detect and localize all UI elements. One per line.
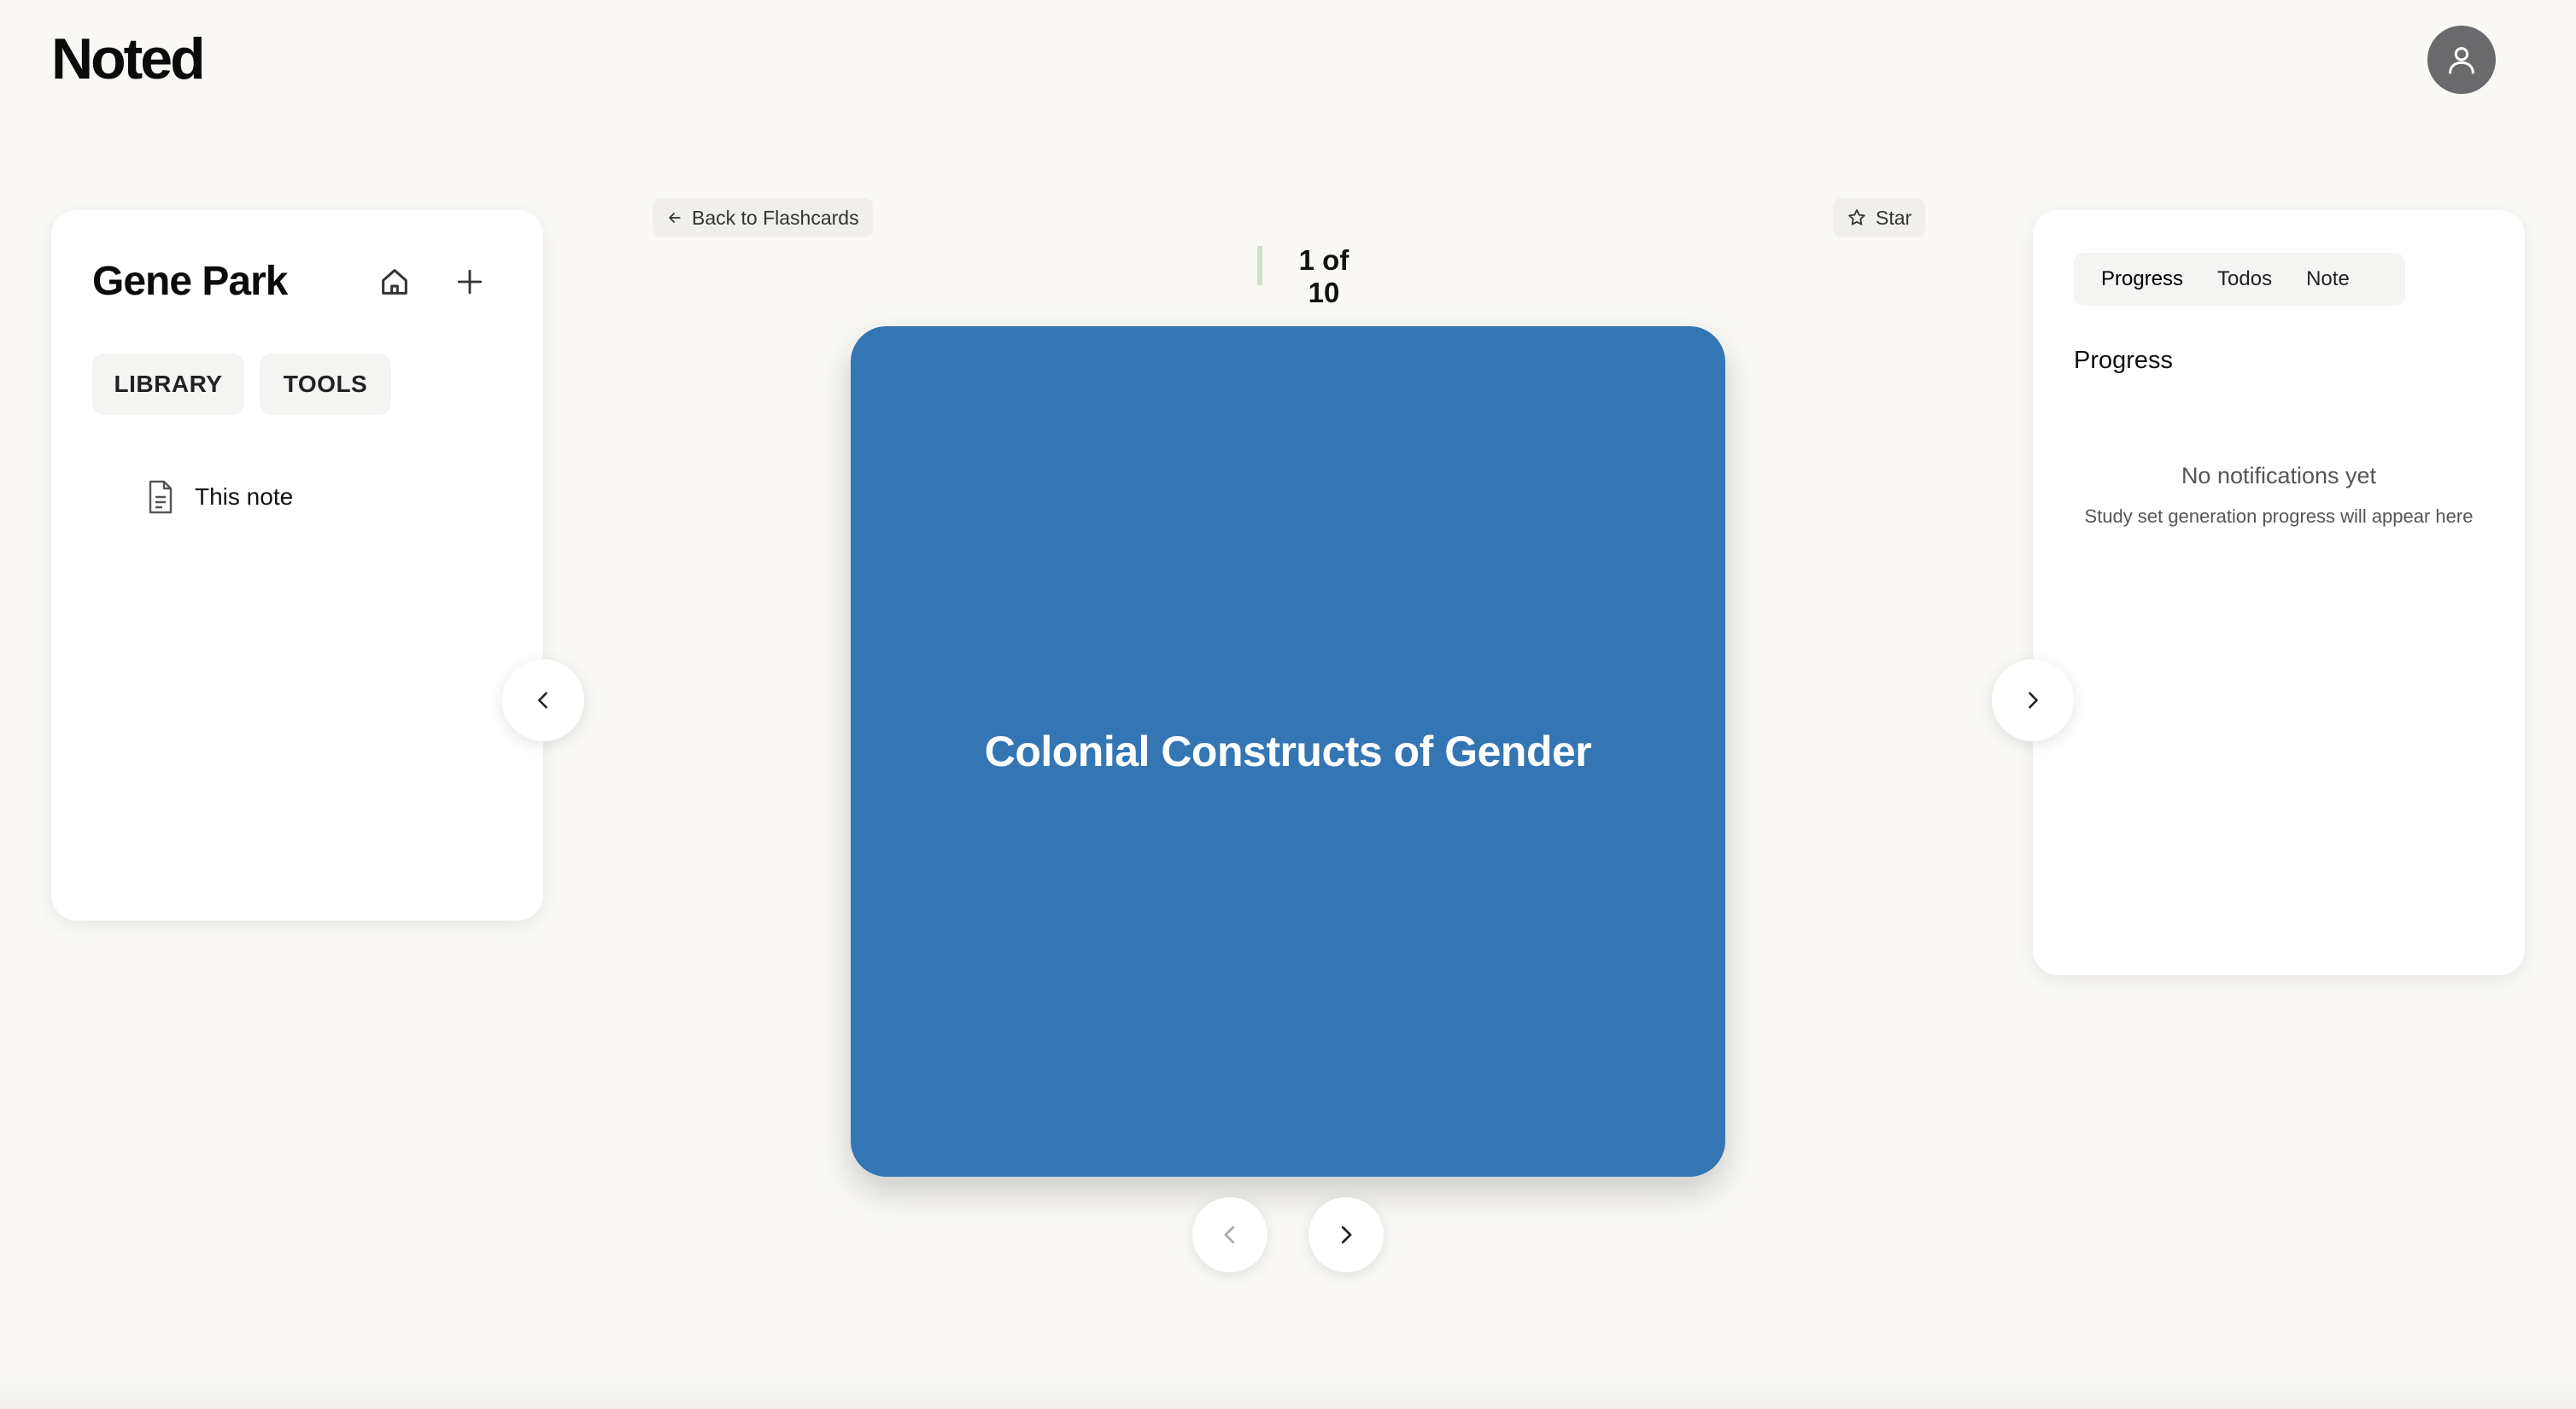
right-panel: Progress Todos Note Progress No notifica… <box>2033 210 2525 975</box>
chevron-right-icon <box>2029 692 2038 709</box>
user-avatar[interactable] <box>2427 26 2496 94</box>
tab-todos[interactable]: Todos <box>2200 260 2289 299</box>
sidebar-item-label: This note <box>195 483 294 510</box>
empty-state-title: No notifications yet <box>2181 463 2377 488</box>
home-button[interactable] <box>371 258 419 306</box>
user-icon <box>2449 47 2474 74</box>
back-to-flashcards-button[interactable]: Back to Flashcards <box>653 198 873 237</box>
section-title: Progress <box>2074 347 2174 374</box>
tools-tab[interactable]: TOOLS <box>260 354 391 415</box>
home-icon <box>382 269 407 295</box>
sidebar-panel: Gene Park <box>51 210 543 921</box>
right-panel-tabs: Progress Todos Note <box>2074 253 2405 306</box>
card-counter: 1 of 10 <box>1298 244 1349 308</box>
chevron-right-icon <box>1341 1225 1352 1244</box>
sidebar-item-this-note[interactable]: This note <box>147 475 293 519</box>
sidebar-title: Gene Park <box>92 259 288 304</box>
flashcard-text: Colonial Constructs of Gender <box>984 728 1592 775</box>
bottom-shadow <box>0 1375 2576 1409</box>
add-button[interactable] <box>446 258 494 306</box>
star-button[interactable]: Star <box>1833 198 1926 237</box>
library-tab[interactable]: LIBRARY <box>92 354 244 415</box>
previous-card-button[interactable] <box>1192 1197 1268 1272</box>
flashcard[interactable]: Colonial Constructs of Gender <box>851 326 1725 1177</box>
text-cursor-highlight <box>1257 246 1262 285</box>
plus-icon <box>457 269 483 295</box>
app-logo[interactable]: Noted <box>51 26 206 92</box>
star-label: Star <box>1876 206 1912 229</box>
empty-state-subtitle: Study set generation progress will appea… <box>2084 506 2474 527</box>
tab-note[interactable]: Note <box>2289 260 2367 299</box>
collapse-right-button[interactable] <box>1992 659 2074 741</box>
back-label: Back to Flashcards <box>692 206 859 229</box>
arrow-left-icon <box>669 213 681 223</box>
app-window: Noted Gene Park LIBRARY TOOLS This note <box>0 0 2576 1409</box>
document-icon <box>149 480 173 514</box>
tab-progress[interactable]: Progress <box>2084 260 2200 299</box>
chevron-left-icon <box>1224 1225 1235 1244</box>
next-card-button[interactable] <box>1308 1197 1384 1272</box>
collapse-left-button[interactable] <box>502 659 584 741</box>
chevron-left-icon <box>538 692 547 709</box>
star-icon <box>1848 209 1865 225</box>
